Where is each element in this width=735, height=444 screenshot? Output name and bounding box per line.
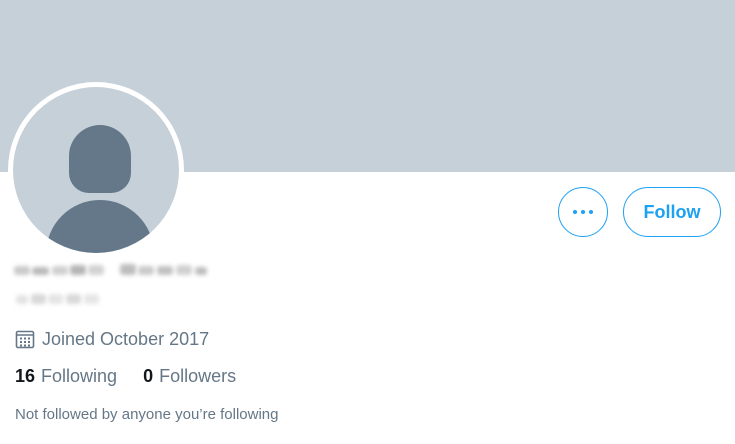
joined-text: Joined October 2017: [42, 328, 210, 349]
following-link[interactable]: 16 Following: [15, 366, 117, 387]
calendar-icon: [15, 329, 35, 349]
default-user-avatar-icon: [13, 87, 179, 253]
profile-avatar[interactable]: [8, 82, 184, 258]
following-count: 16: [15, 366, 36, 386]
followers-count: 0: [143, 366, 154, 386]
avatar-head-shape: [69, 125, 131, 193]
follow-button[interactable]: Follow: [623, 187, 721, 237]
followers-label: Followers: [159, 366, 237, 386]
joined-date: Joined October 2017: [15, 326, 209, 352]
followers-link[interactable]: 0 Followers: [143, 366, 236, 387]
more-horizontal-icon-dot: [573, 210, 577, 214]
profile-stats: 16 Following 0 Followers: [15, 366, 236, 387]
profile-page: Follow ██████ █████ @██████: [0, 0, 735, 444]
social-context-text: Not followed by anyone you’re following: [15, 406, 279, 423]
avatar-body-shape: [46, 200, 154, 253]
more-horizontal-icon-dot: [581, 210, 585, 214]
more-horizontal-icon-dot: [589, 210, 593, 214]
profile-handle: @██████: [18, 288, 100, 306]
following-label: Following: [41, 366, 118, 386]
more-actions-button[interactable]: [558, 187, 608, 237]
display-name: ██████ █████: [14, 258, 204, 282]
